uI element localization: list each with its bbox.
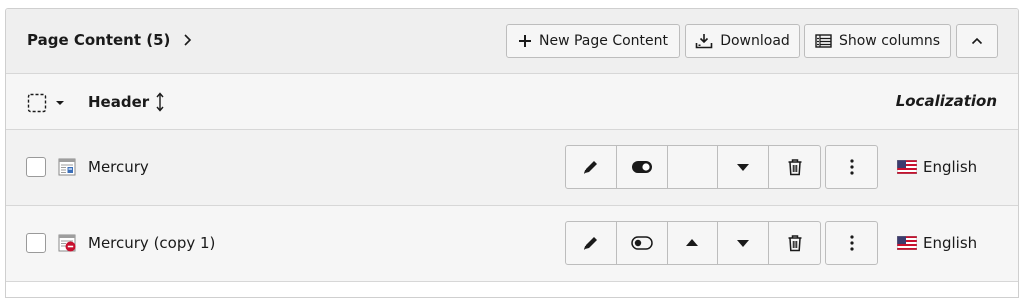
move-down-button[interactable] (718, 146, 770, 188)
localization-cell: English (897, 234, 977, 252)
new-page-content-button[interactable]: New Page Content (506, 24, 680, 58)
toggle-visibility-button[interactable] (617, 222, 668, 264)
content-text-picture-icon (58, 158, 76, 176)
chevron-up-icon (971, 37, 983, 45)
content-hidden-icon (58, 234, 76, 252)
toggle-on-icon (631, 161, 652, 173)
sort-header-column[interactable]: Header (88, 92, 165, 112)
toggle-off-icon (630, 236, 653, 250)
delete-button[interactable] (769, 146, 820, 188)
caret-up-icon (686, 239, 699, 246)
pencil-icon (583, 161, 597, 174)
panel-title-toggle[interactable]: Page Content (5) (27, 31, 194, 49)
ellipsis-vertical-icon (849, 235, 854, 251)
delete-button[interactable] (769, 222, 820, 264)
move-down-button[interactable] (718, 222, 770, 264)
row-title: Mercury (copy 1) (88, 234, 216, 252)
page-content-panel: Page Content (5) New Page Content Downlo… (5, 8, 1019, 298)
language-label: English (923, 234, 978, 252)
row-checkbox[interactable] (26, 233, 46, 253)
download-icon (695, 34, 713, 49)
us-flag-icon (897, 236, 917, 250)
show-columns-label: Show columns (838, 33, 941, 49)
caret-down-icon (56, 101, 64, 105)
edit-button[interactable] (566, 222, 617, 264)
panel-header: Page Content (5) New Page Content Downlo… (6, 9, 1018, 74)
localization-cell: English (897, 158, 977, 176)
toggle-visibility-button[interactable] (617, 146, 668, 188)
row-checkbox[interactable] (26, 157, 46, 177)
panel-title: Page Content (5) (27, 31, 171, 49)
row-actions (565, 145, 821, 189)
us-flag-icon (897, 160, 917, 174)
plus-icon (518, 35, 531, 47)
table-row: Mercury English (6, 130, 1018, 206)
more-actions-button[interactable] (825, 145, 878, 189)
select-all-dropdown[interactable] (27, 93, 65, 113)
header-column-label: Header (88, 93, 150, 111)
move-up-button[interactable] (668, 222, 719, 264)
columns-icon (815, 34, 832, 48)
column-header-row: Header Localization (6, 74, 1018, 130)
language-label: English (923, 158, 978, 176)
select-dashed-checkbox-icon (27, 93, 47, 113)
table-row: Mercury (copy 1) English (6, 206, 1018, 282)
row-title: Mercury (88, 158, 149, 176)
row-actions (565, 221, 821, 265)
caret-down-icon (737, 164, 750, 171)
caret-down-icon (737, 240, 750, 247)
trash-icon (788, 159, 802, 176)
edit-button[interactable] (566, 146, 617, 188)
pencil-icon (583, 237, 597, 250)
more-actions-button[interactable] (825, 221, 878, 265)
localization-column-label: Localization (895, 92, 997, 110)
chevron-right-icon (184, 34, 192, 46)
ellipsis-vertical-icon (849, 159, 854, 175)
sort-arrows-icon (156, 92, 164, 112)
download-label: Download (720, 33, 790, 49)
show-columns-button[interactable]: Show columns (804, 24, 951, 58)
trash-icon (788, 235, 802, 252)
new-page-content-label: New Page Content (538, 33, 668, 49)
move-up-placeholder (668, 146, 719, 188)
download-button[interactable]: Download (685, 24, 800, 58)
collapse-button[interactable] (956, 24, 998, 58)
